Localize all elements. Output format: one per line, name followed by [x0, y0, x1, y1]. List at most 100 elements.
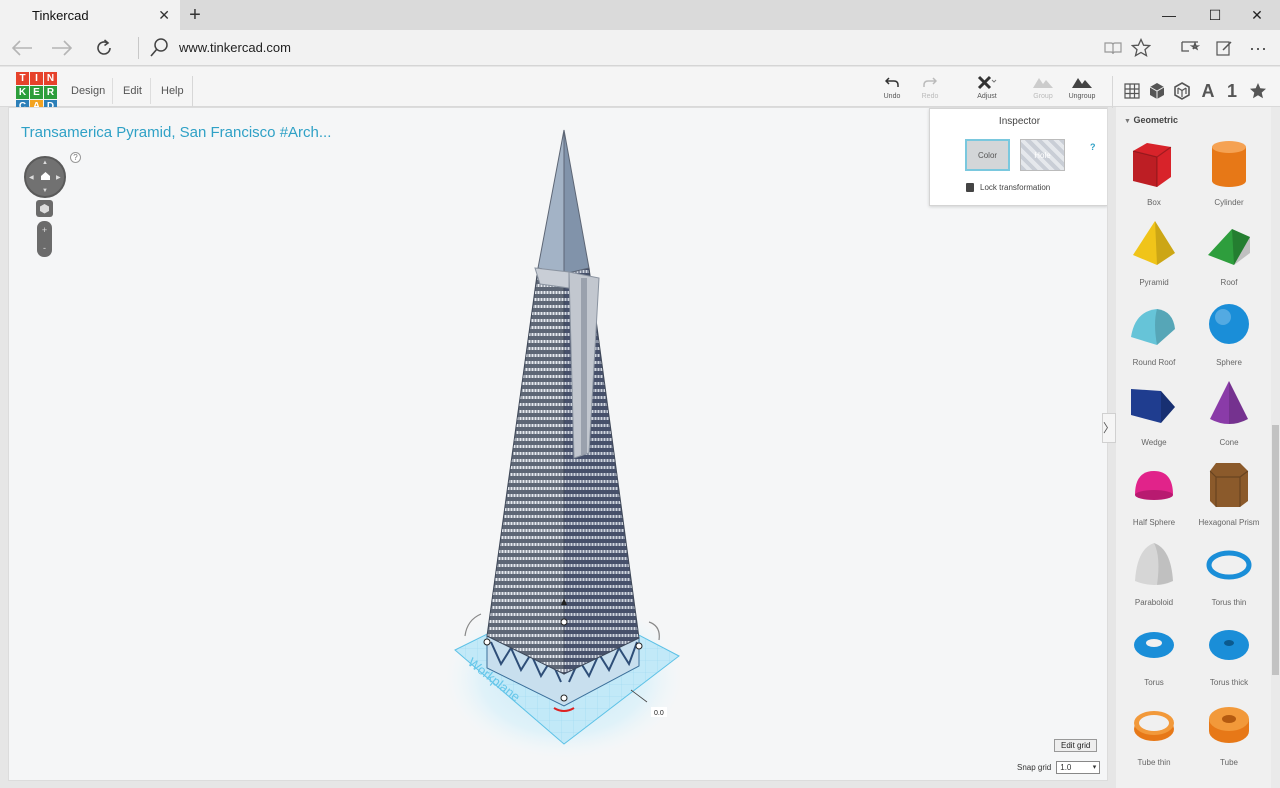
reading-view-icon[interactable] [1098, 35, 1128, 61]
shape-box[interactable]: Box [1118, 135, 1190, 213]
community-view-icon[interactable] [1170, 79, 1194, 103]
shape-label: Tube [1220, 758, 1238, 767]
maximize-button[interactable]: ☐ [1192, 0, 1238, 30]
url-input[interactable]: www.tinkercad.com [179, 40, 291, 55]
pyramid-shape-icon [1133, 221, 1175, 265]
roof-shape-icon [1208, 229, 1250, 265]
shape-hexagonal-prism[interactable]: Hexagonal Prism [1193, 455, 1265, 533]
tower-left-face [486, 265, 565, 675]
group-icon [1022, 75, 1064, 92]
search-icon [150, 37, 170, 59]
shape-pyramid[interactable]: Pyramid [1118, 215, 1190, 293]
resize-handle[interactable] [483, 638, 491, 646]
dimension-value[interactable]: 0.0 [654, 710, 664, 717]
torus-thick-shape-icon [1209, 630, 1249, 660]
minimize-button[interactable]: — [1146, 0, 1192, 30]
inspector-title: Inspector [998, 116, 1041, 127]
torus-thin-shape-icon [1206, 550, 1252, 580]
category-label: Geometric [1133, 115, 1178, 125]
paraboloid-shape-icon [1135, 543, 1173, 585]
shape-label: Torus [1144, 678, 1164, 687]
favorites-star-icon[interactable] [1246, 79, 1270, 103]
number-shape-icon[interactable]: 1 [1220, 79, 1244, 103]
shape-label: Torus thick [1209, 678, 1249, 687]
shape-sphere[interactable]: Sphere [1193, 295, 1265, 373]
logo-letter: K [16, 86, 29, 99]
text-shape-icon[interactable]: A [1196, 79, 1220, 103]
resize-handle[interactable] [635, 642, 643, 650]
forward-arrow-icon[interactable] [48, 35, 76, 61]
menu-edit[interactable]: Edit [112, 78, 152, 104]
undo-button[interactable]: Undo [871, 75, 913, 105]
3d-model-view[interactable]: Workplane 0.0 [9, 108, 1108, 781]
inspector-help-icon[interactable]: ? [1090, 142, 1096, 152]
adjust-button[interactable]: Adjust [966, 75, 1008, 105]
undo-label: Undo [883, 93, 901, 100]
hole-swatch-button[interactable]: Hole [1020, 139, 1065, 171]
group-label: Group [1033, 93, 1053, 100]
shape-cone[interactable]: Cone [1193, 375, 1265, 453]
shape-label: Wedge [1141, 438, 1167, 447]
lock-transformation-toggle[interactable]: Lock transformation [966, 183, 1050, 192]
panel-collapse-chevron-icon[interactable]: 〉 [1102, 413, 1116, 443]
shape-label: Paraboloid [1134, 598, 1174, 607]
shape-roof[interactable]: Roof [1193, 215, 1265, 293]
shape-label: Round Roof [1132, 358, 1176, 367]
snap-grid-select[interactable]: 1.0 ▾ [1056, 761, 1101, 774]
shape-wedge[interactable]: Wedge [1118, 375, 1190, 453]
shape-torus[interactable]: Torus [1118, 615, 1190, 693]
favorite-star-icon[interactable] [1126, 35, 1156, 61]
url-separator [138, 37, 139, 59]
resize-handle[interactable] [560, 618, 568, 626]
design-workspace[interactable]: Transamerica Pyramid, San Francisco #Arc… [8, 107, 1108, 781]
cylinder-shape-icon [1212, 141, 1246, 187]
close-window-button[interactable]: ✕ [1234, 0, 1280, 30]
color-swatch-button[interactable]: Color [965, 139, 1010, 171]
redo-label: Redo [921, 93, 939, 100]
web-note-icon[interactable] [1209, 35, 1239, 61]
panel-scrollbar[interactable] [1271, 107, 1280, 788]
shape-label: Torus thin [1211, 598, 1247, 607]
more-icon[interactable]: ··· [1243, 35, 1273, 61]
redo-button[interactable]: Redo [909, 75, 951, 105]
app-toolbar: TINKERCAD Design Edit Help Undo Redo Adj… [0, 67, 1280, 113]
menu-design[interactable]: Design [61, 78, 115, 104]
shape-label: Half Sphere [1132, 518, 1176, 527]
refresh-icon[interactable] [90, 35, 118, 61]
resize-handle[interactable] [560, 694, 568, 702]
ungroup-label: Ungroup [1068, 93, 1096, 100]
back-arrow-icon[interactable] [8, 35, 36, 61]
browser-tab[interactable]: Tinkercad ✕ [0, 0, 180, 30]
ungroup-button[interactable]: Ungroup [1061, 75, 1103, 105]
shape-label: Cone [1219, 438, 1239, 447]
shape-cylinder[interactable]: Cylinder [1193, 135, 1265, 213]
shape-half-sphere[interactable]: Half Sphere [1118, 455, 1190, 533]
menu-help[interactable]: Help [150, 78, 194, 104]
new-tab-button[interactable]: + [186, 3, 204, 27]
sphere-shape-icon [1209, 304, 1249, 344]
shapes-category-dropdown[interactable]: ▼ Geometric [1124, 115, 1178, 125]
shape-tube[interactable]: Tube [1193, 695, 1265, 773]
shape-tube-thin[interactable]: Tube thin [1118, 695, 1190, 773]
snap-grid-value: 1.0 [1060, 763, 1072, 772]
round-roof-shape-icon [1131, 309, 1175, 345]
half-sphere-shape-icon [1135, 471, 1173, 500]
shape-label: Roof [1220, 278, 1238, 287]
edit-grid-button[interactable]: Edit grid [1054, 739, 1098, 752]
cube-view-icon[interactable] [1145, 79, 1169, 103]
grid-view-icon[interactable] [1120, 79, 1144, 103]
shape-torus-thin[interactable]: Torus thin [1193, 535, 1265, 613]
hexagonal-prism-shape-icon [1209, 463, 1249, 507]
adjust-label: Adjust [977, 93, 997, 100]
hub-icon[interactable] [1175, 35, 1205, 61]
logo-letter: T [16, 72, 29, 85]
tab-close-icon[interactable]: ✕ [158, 7, 170, 24]
elevator-shaft [581, 278, 587, 456]
shape-round-roof[interactable]: Round Roof [1118, 295, 1190, 373]
shape-torus-thick[interactable]: Torus thick [1193, 615, 1265, 693]
shape-paraboloid[interactable]: Paraboloid [1118, 535, 1190, 613]
group-button[interactable]: Group [1022, 75, 1064, 105]
scrollbar-thumb[interactable] [1272, 425, 1279, 675]
logo-letter: R [44, 86, 57, 99]
shape-label: Hexagonal Prism [1198, 518, 1260, 527]
